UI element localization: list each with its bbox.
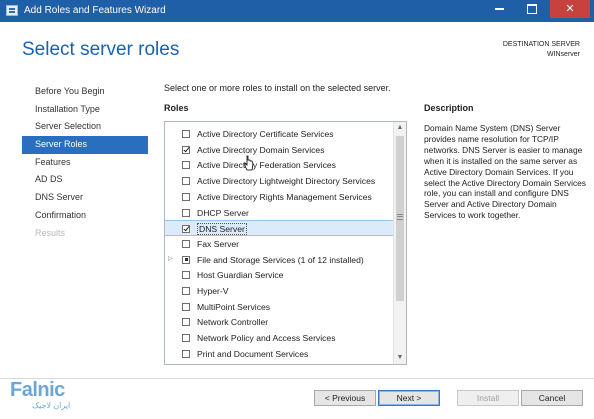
roles-scrollbar[interactable]: ▲ ▼ xyxy=(393,122,406,364)
role-label: DHCP Server xyxy=(197,207,249,218)
role-label: Active Directory Domain Services xyxy=(197,144,325,155)
minimize-button[interactable] xyxy=(486,0,513,18)
role-row[interactable]: Host Guardian Service xyxy=(165,267,394,283)
role-label: Network Policy and Access Services xyxy=(197,333,336,344)
role-label: Network Controller xyxy=(197,317,269,328)
close-button[interactable]: ✕ xyxy=(550,0,590,18)
wizard-steps: Before You Begin Installation Type Serve… xyxy=(22,83,148,242)
nav-item-features[interactable]: Features xyxy=(22,154,148,172)
role-row[interactable]: Active Directory Domain Services xyxy=(165,142,394,158)
maximize-icon xyxy=(526,4,537,15)
role-row[interactable]: DNS Server xyxy=(165,220,394,236)
role-checkbox[interactable] xyxy=(182,145,190,154)
cancel-button[interactable]: Cancel xyxy=(521,390,583,406)
nav-item-ad-ds[interactable]: AD DS xyxy=(22,171,148,189)
role-row[interactable]: Active Directory Certificate Services xyxy=(165,126,394,142)
role-label: Active Directory Rights Management Servi… xyxy=(197,191,372,202)
role-label: DNS Server xyxy=(197,223,247,236)
role-checkbox[interactable] xyxy=(182,225,190,234)
role-checkbox[interactable] xyxy=(182,192,190,201)
scrollbar-thumb[interactable] xyxy=(396,136,404,301)
role-label: Print and Document Services xyxy=(197,348,309,359)
role-checkbox[interactable] xyxy=(182,130,190,138)
role-checkbox[interactable] xyxy=(182,255,190,264)
nav-item-confirmation[interactable]: Confirmation xyxy=(22,207,148,225)
watermark-word: Falnic xyxy=(10,379,65,401)
role-checkbox[interactable] xyxy=(182,161,190,170)
role-row[interactable]: Hyper-V xyxy=(165,283,394,299)
page-title: Select server roles xyxy=(22,39,180,60)
close-icon: ✕ xyxy=(565,3,575,15)
roles-list[interactable]: Active Directory Certificate Services Act… xyxy=(164,121,407,365)
minimize-icon xyxy=(495,8,504,11)
server-manager-icon xyxy=(6,5,18,16)
previous-button[interactable]: < Previous xyxy=(314,390,376,406)
role-checkbox[interactable] xyxy=(182,177,190,186)
role-label: Active Directory Lightweight Directory S… xyxy=(197,176,376,187)
role-row[interactable]: Print and Document Services xyxy=(165,346,394,362)
role-checkbox[interactable] xyxy=(182,302,190,311)
destination-server: DESTINATION SERVER WINserver xyxy=(503,40,580,60)
role-row[interactable]: MultiPoint Services xyxy=(165,299,394,315)
role-row[interactable]: Active Directory Rights Management Servi… xyxy=(165,189,394,205)
title-bar: Add Roles and Features Wizard ✕ xyxy=(0,0,594,22)
nav-item-dns-server[interactable]: DNS Server xyxy=(22,189,148,207)
scroll-down-icon[interactable]: ▼ xyxy=(394,352,406,364)
role-row[interactable]: Active Directory Lightweight Directory S… xyxy=(165,173,394,189)
mouse-cursor-icon xyxy=(244,155,254,171)
role-row[interactable]: Active Directory Federation Services xyxy=(165,157,394,173)
install-button: Install xyxy=(457,390,519,406)
role-row[interactable]: DHCP Server xyxy=(165,205,394,221)
role-checkbox[interactable] xyxy=(182,334,190,343)
destination-label: DESTINATION SERVER xyxy=(502,41,580,48)
watermark-subtitle: ایران لاجیک xyxy=(32,401,71,410)
role-row[interactable]: Network Policy and Access Services xyxy=(165,330,394,346)
maximize-button[interactable] xyxy=(518,0,545,18)
grip-icon xyxy=(397,214,403,220)
instruction-text: Select one or more roles to install on t… xyxy=(164,83,391,93)
role-label: Fax Server xyxy=(197,238,240,249)
role-label: Active Directory Federation Services xyxy=(197,160,336,171)
role-checkbox[interactable] xyxy=(182,239,190,248)
nav-item-server-selection[interactable]: Server Selection xyxy=(22,118,148,136)
description-text: Domain Name System (DNS) Server provides… xyxy=(424,123,586,221)
role-row[interactable]: ▷ File and Storage Services (1 of 12 inst… xyxy=(165,252,394,268)
role-checkbox[interactable] xyxy=(182,271,190,280)
role-label: File and Storage Services (1 of 12 insta… xyxy=(197,254,364,265)
roles-header: Roles xyxy=(164,103,189,113)
description-header: Description xyxy=(424,103,474,113)
wizard-footer: < Previous Next > Install Cancel xyxy=(0,378,594,419)
watermark-logo: Falnic ایران لاجیک xyxy=(4,379,74,413)
nav-item-server-roles[interactable]: Server Roles xyxy=(22,136,148,154)
role-label: Active Directory Certificate Services xyxy=(197,129,334,139)
role-label: MultiPoint Services xyxy=(197,301,271,312)
nav-item-installation-type[interactable]: Installation Type xyxy=(22,101,148,119)
expand-arrow-icon[interactable]: ▷ xyxy=(168,255,173,262)
nav-item-results: Results xyxy=(35,227,66,238)
destination-server-name: WINserver xyxy=(546,51,580,58)
scroll-up-icon[interactable]: ▲ xyxy=(394,122,406,134)
next-button[interactable]: Next > xyxy=(378,390,440,406)
role-label: Host Guardian Service xyxy=(197,270,284,281)
window-title: Add Roles and Features Wizard xyxy=(24,5,166,16)
role-checkbox[interactable] xyxy=(182,208,190,217)
role-checkbox[interactable] xyxy=(182,349,190,358)
role-checkbox[interactable] xyxy=(182,318,190,327)
nav-item-before-you-begin[interactable]: Before You Begin xyxy=(22,83,148,101)
role-label: Hyper-V xyxy=(197,286,229,296)
role-row[interactable]: Network Controller xyxy=(165,314,394,330)
role-checkbox[interactable] xyxy=(182,287,190,295)
role-row[interactable]: Fax Server xyxy=(165,236,394,252)
